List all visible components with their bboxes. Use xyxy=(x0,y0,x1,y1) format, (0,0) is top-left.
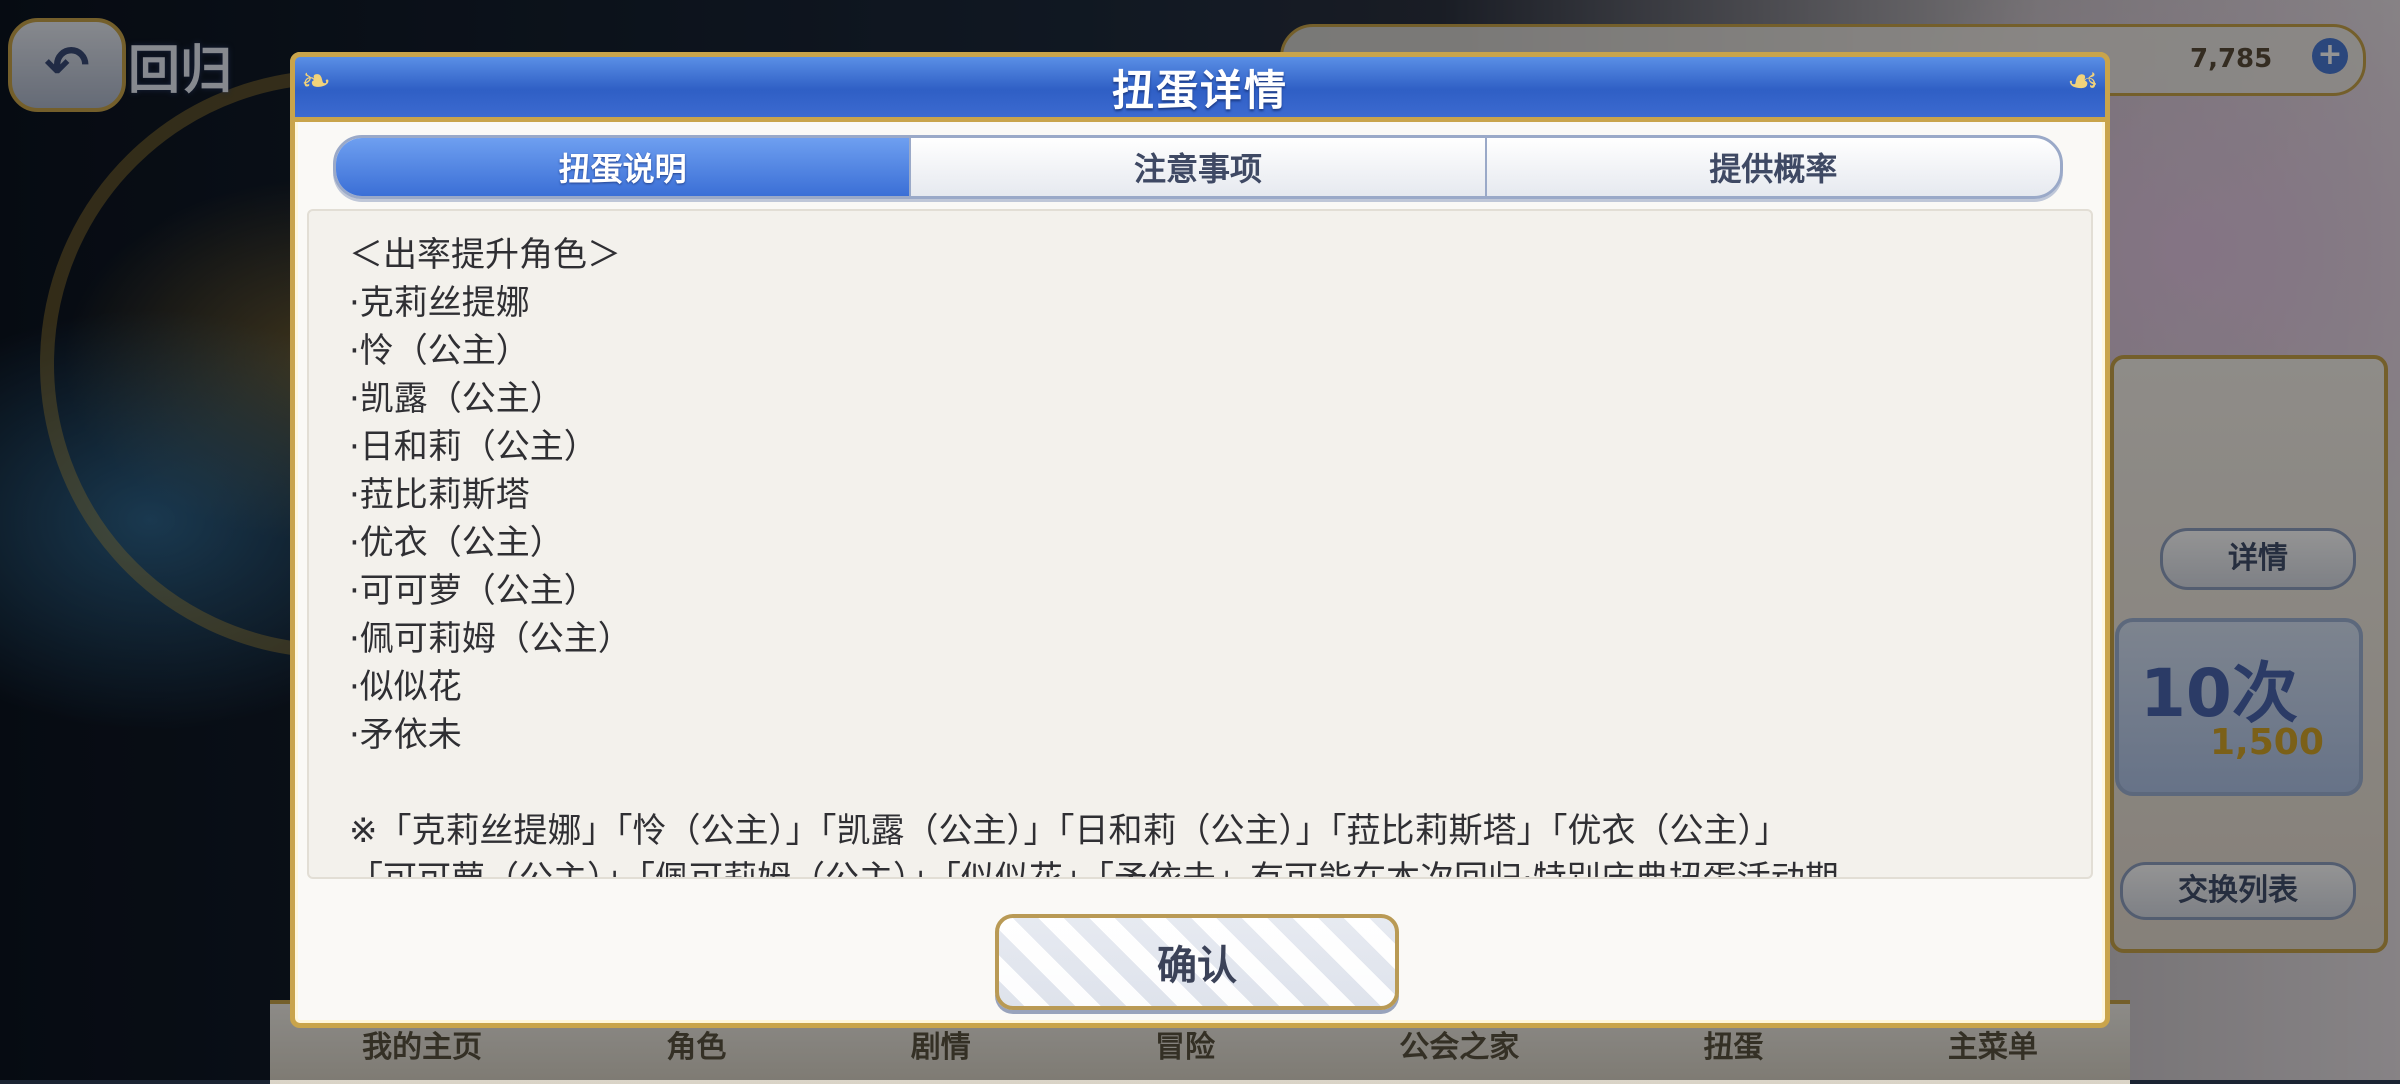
description-text: ＜出率提升角色＞ ·克莉丝提娜 ·怜（公主） ·凯露（公主） ·日和莉（公主） … xyxy=(309,211,2091,879)
tab-notes[interactable]: 注意事项 xyxy=(911,138,1487,196)
list-item: ·佩可莉姆（公主） xyxy=(349,619,632,659)
list-item: ·凯露（公主） xyxy=(349,379,564,419)
list-item: ·矛依未 xyxy=(349,715,462,755)
rate-up-heading: ＜出率提升角色＞ xyxy=(349,235,621,275)
list-item: ·可可萝（公主） xyxy=(349,571,598,611)
ornament-icon: ☙ xyxy=(2066,61,2099,102)
list-item: ·似似花 xyxy=(349,667,462,707)
list-item: ·菈比莉斯塔 xyxy=(349,475,530,515)
tab-gacha-description[interactable]: 扭蛋说明 xyxy=(336,138,912,196)
dialog-header: ❧ 扭蛋详情 ☙ xyxy=(290,52,2110,122)
list-item: ·日和莉（公主） xyxy=(349,427,598,467)
note-text: ※「克莉丝提娜」「怜（公主）」「凯露（公主）」「日和莉（公主）」「菈比莉斯塔」「… xyxy=(349,811,1789,851)
list-item: ·优衣（公主） xyxy=(349,523,564,563)
description-scroll-area[interactable]: ＜出率提升角色＞ ·克莉丝提娜 ·怜（公主） ·凯露（公主） ·日和莉（公主） … xyxy=(307,209,2093,879)
confirm-button[interactable]: 确认 xyxy=(995,914,1399,1010)
dialog-tabs: 扭蛋说明 注意事项 提供概率 xyxy=(333,135,2063,199)
tab-rates[interactable]: 提供概率 xyxy=(1487,138,2060,196)
ornament-icon: ❧ xyxy=(301,61,332,102)
list-item: ·克莉丝提娜 xyxy=(349,283,530,323)
list-item: ·怜（公主） xyxy=(349,331,530,371)
gacha-detail-dialog: ❧ 扭蛋详情 ☙ 扭蛋说明 注意事项 提供概率 ＜出率提升角色＞ ·克莉丝提娜 … xyxy=(290,52,2110,1028)
dialog-title: 扭蛋详情 xyxy=(1111,65,1288,115)
note-text: 「可可萝（公主）」「佩可莉姆（公主）」「似似花」「矛依未」有可能在本次回归·特别… xyxy=(349,859,1839,879)
